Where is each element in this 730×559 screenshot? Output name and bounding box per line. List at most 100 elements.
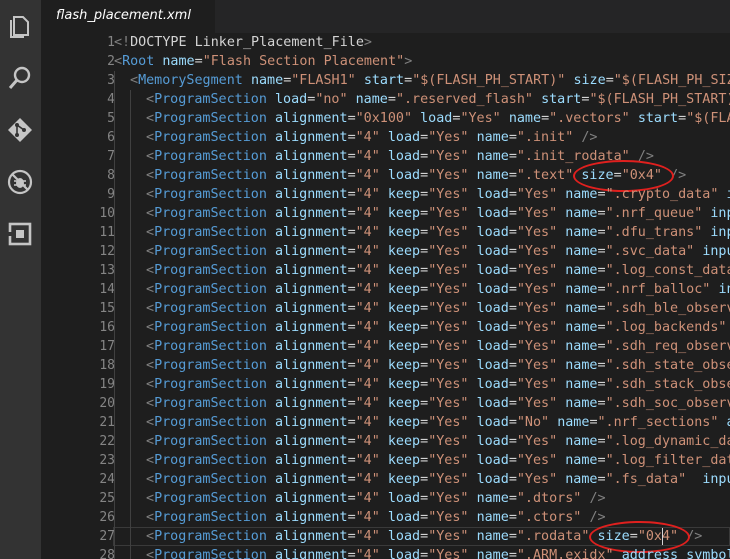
code-token: = [597,434,606,449]
code-token: alignment [275,339,348,354]
code-token: "4" [355,187,380,202]
code-token: = [420,206,429,221]
code-token: "Yes" [516,453,558,468]
code-line[interactable]: 17 <ProgramSection alignment="4" keep="Ye… [41,337,730,356]
code-token: keep [387,244,421,259]
code-token: /> [589,491,606,506]
code-token: < [146,548,155,559]
code-line[interactable]: 21 <ProgramSection alignment="4" keep="Ye… [41,413,730,432]
code-text: <ProgramSection alignment="4" keep="Yes"… [146,242,730,261]
indent-guide [114,299,115,318]
code-text: <ProgramSection alignment="4" keep="Yes"… [146,261,730,280]
debug-icon[interactable] [6,168,34,196]
code-token: = [597,282,606,297]
code-token: name [476,510,509,525]
code-line[interactable]: 19 <ProgramSection alignment="4" keep="Ye… [41,375,730,394]
indent-guide [130,109,131,128]
code-line[interactable]: 18 <ProgramSection alignment="4" keep="Ye… [41,356,730,375]
extensions-icon[interactable] [6,220,34,248]
code-token: alignment [275,111,348,126]
code-token: = [347,320,356,335]
code-token: = [678,111,687,126]
code-token: ".sdh_state_observe [605,358,730,373]
code-token: ProgramSection [154,301,267,316]
indent-guide [114,527,115,546]
code-line[interactable]: 11 <ProgramSection alignment="4" keep="Ye… [41,223,730,242]
code-line[interactable]: 22 <ProgramSection alignment="4" keep="Ye… [41,432,730,451]
code-line[interactable]: 28 <ProgramSection alignment="4" load="Ye… [41,546,730,559]
indent-guide [130,413,131,432]
tab-flash-placement[interactable]: flash_placement.xml [41,0,216,33]
code-token: "Yes" [516,225,558,240]
code-token: < [146,301,155,316]
code-token: alignment [275,263,348,278]
code-line[interactable]: 10 <ProgramSection alignment="4" keep="Ye… [41,204,730,223]
code-token: < [146,320,155,335]
code-token: alignment [275,434,348,449]
code-token: name [565,206,598,221]
code-token: load [275,92,308,107]
code-token: "FLASH1" [291,73,356,88]
code-text: <ProgramSection alignment="4" keep="Yes"… [146,280,730,299]
code-token: name [565,187,598,202]
code-token: < [146,510,155,525]
code-line[interactable]: 12 <ProgramSection alignment="4" keep="Ye… [41,242,730,261]
code-token: start [637,111,679,126]
code-line[interactable]: 3 <MemorySegment name="FLASH1" start="$(F… [41,71,730,90]
code-editor[interactable]: 1 <!DOCTYPE Linker_Placement_File> 2 <Root … [41,33,730,559]
code-token: = [508,168,517,183]
code-line[interactable]: 6 <ProgramSection alignment="4" load="Yes… [41,128,730,147]
search-icon[interactable] [6,64,34,92]
code-line[interactable]: 23 <ProgramSection alignment="4" keep="Ye… [41,451,730,470]
code-text: <ProgramSection alignment="4" keep="Yes"… [146,375,730,394]
code-token: = [387,92,396,107]
code-text: <ProgramSection alignment="4" keep="Yes"… [146,299,730,318]
indent-guide [130,147,131,166]
code-line[interactable]: 25 <ProgramSection alignment="4" load="Ye… [41,489,730,508]
code-text: <Root name="Flash Section Placement"> [114,52,412,71]
code-token: "4" [355,491,380,506]
code-token: ProgramSection [154,206,267,221]
code-line[interactable]: 20 <ProgramSection alignment="4" keep="Ye… [41,394,730,413]
code-line[interactable]: 13 <ProgramSection alignment="4" keep="Ye… [41,261,730,280]
code-token: name [565,472,598,487]
code-token: "Yes" [516,339,558,354]
code-token: "Yes" [428,244,469,259]
code-token: inputsec [702,244,730,259]
code-line[interactable]: 5 <ProgramSection alignment="0x100" load=… [41,109,730,128]
files-icon[interactable] [6,12,34,40]
code-line[interactable]: 16 <ProgramSection alignment="4" keep="Ye… [41,318,730,337]
code-token: load [476,301,509,316]
code-token: = [508,149,517,164]
line-number: 27 [99,529,115,544]
code-token: "4" [355,282,380,297]
code-line[interactable]: 15 <ProgramSection alignment="4" keep="Ye… [41,299,730,318]
code-token: load [476,377,509,392]
code-token: "4" [355,548,380,559]
code-line[interactable]: 14 <ProgramSection alignment="4" keep="Ye… [41,280,730,299]
code-line[interactable]: 2 <Root name="Flash Section Placement"> [41,52,730,71]
code-line[interactable]: 24 <ProgramSection alignment="4" keep="Ye… [41,470,730,489]
code-token: "Yes" [428,263,469,278]
code-line[interactable]: 4 <ProgramSection load="no" name=".reserv… [41,90,730,109]
code-token: < [146,244,155,259]
code-line[interactable]: 1 <!DOCTYPE Linker_Placement_File> [41,33,730,52]
code-token: = [420,434,429,449]
indent-guide [130,90,131,109]
line-number: 22 [99,434,115,449]
source-control-icon[interactable] [6,116,34,144]
code-line[interactable]: 9 <ProgramSection alignment="4" keep="Yes… [41,185,730,204]
indent-guide [130,223,131,242]
code-token: "4" [355,263,380,278]
code-token: ProgramSection [154,320,267,335]
code-token: keep [387,263,421,278]
